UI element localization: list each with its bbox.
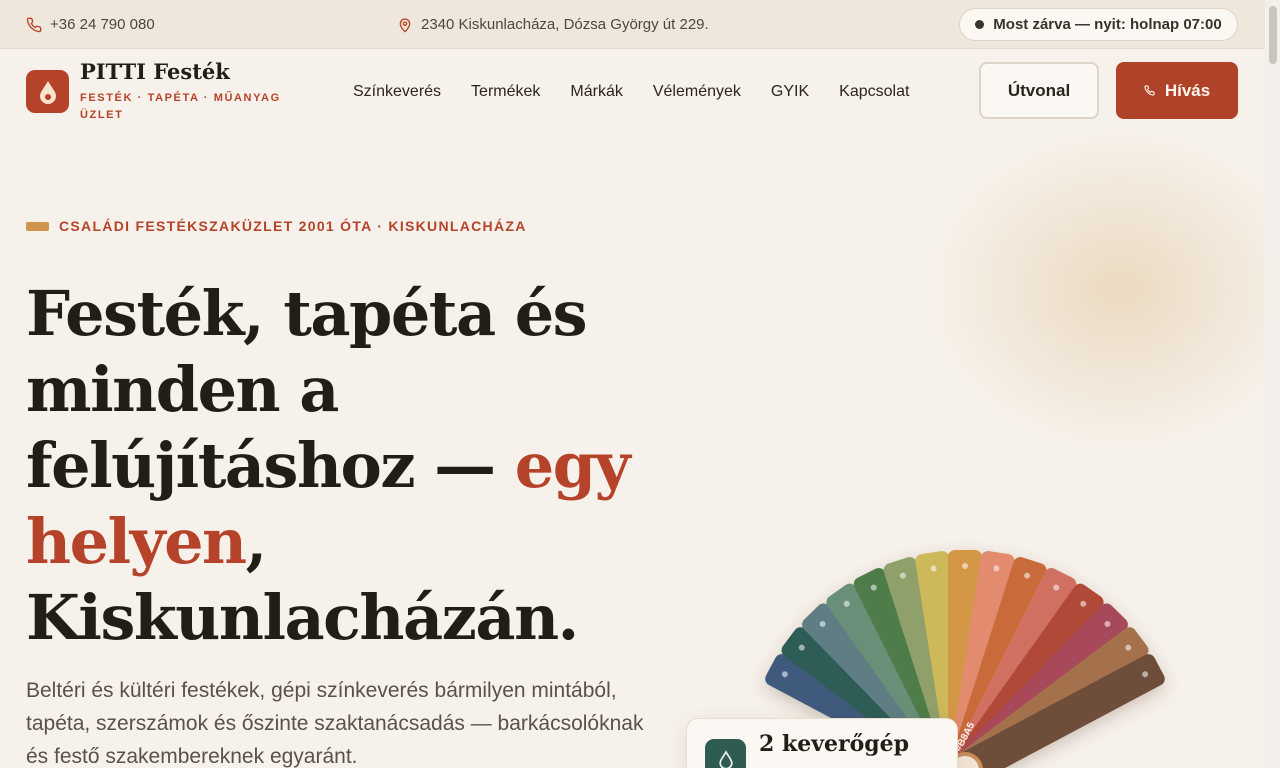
nav-item-kapcsolat[interactable]: Kapcsolat (839, 83, 909, 101)
status-dot-icon (975, 20, 985, 29)
hero-headline: Festék, tapéta és minden a felújításhoz … (26, 276, 636, 656)
status-text: Most zárva — nyit: holnap 07:00 (993, 16, 1222, 33)
call-button-label: Hívás (1164, 80, 1211, 100)
top-info-bar: +36 24 790 080 2340 Kiskunlacháza, Dózsa… (0, 0, 1280, 49)
call-button[interactable]: Hívás (1116, 62, 1238, 119)
eyebrow-text: CSALÁDI FESTÉKSZAKÜZLET 2001 ÓTA · KISKU… (59, 218, 527, 234)
brand-name: PITTI Festék (80, 59, 230, 84)
open-status-badge: Most zárva — nyit: holnap 07:00 (959, 8, 1238, 41)
topbar-phone[interactable]: +36 24 790 080 (26, 0, 155, 49)
card-title: 2 keverőgép (759, 731, 910, 757)
nav-item-termekek[interactable]: Termékek (471, 83, 540, 101)
route-button[interactable]: Útvonal (979, 62, 1099, 119)
nav-item-gyik[interactable]: GYIK (771, 83, 809, 101)
topbar-address[interactable]: 2340 Kiskunlacháza, Dózsa György út 229. (397, 0, 709, 49)
paint-drop-icon (39, 80, 56, 104)
brand-tagline: FESTÉK · TAPÉTA · MŰANYAG ÜZLET (80, 92, 281, 121)
address-text: 2340 Kiskunlacháza, Dózsa György út 229. (421, 16, 709, 33)
phone-number: +36 24 790 080 (50, 16, 155, 33)
nav-item-markak[interactable]: Márkák (570, 83, 622, 101)
scrollbar[interactable] (1265, 0, 1280, 768)
paint-drop-icon (705, 739, 746, 768)
main-nav: Színkeverés Termékek Márkák Vélemények G… (353, 50, 909, 134)
brand[interactable]: PITTI Festék FESTÉK · TAPÉTA · MŰANYAG Ü… (80, 59, 300, 124)
nav-item-szinkeveres[interactable]: Színkeverés (353, 83, 441, 101)
map-pin-icon (397, 17, 413, 33)
scrollbar-thumb[interactable] (1269, 6, 1277, 64)
hero-description: Beltéri és kültéri festékek, gépi színke… (26, 679, 644, 768)
logo[interactable] (26, 70, 69, 113)
nav-item-velemenyek[interactable]: Vélemények (653, 83, 741, 101)
decorative-glow (930, 130, 1280, 450)
mixer-card: 2 keverőgép (686, 718, 958, 768)
eyebrow-bar (26, 221, 49, 231)
site-header: PITTI Festék FESTÉK · TAPÉTA · MŰANYAG Ü… (0, 50, 1265, 134)
headline-part-1: Festék, tapéta és minden a felújításhoz … (26, 277, 588, 502)
hero-eyebrow: CSALÁDI FESTÉKSZAKÜZLET 2001 ÓTA · KISKU… (26, 218, 527, 234)
route-button-label: Útvonal (1007, 80, 1071, 100)
phone-icon (1144, 81, 1155, 101)
phone-icon (26, 17, 42, 33)
